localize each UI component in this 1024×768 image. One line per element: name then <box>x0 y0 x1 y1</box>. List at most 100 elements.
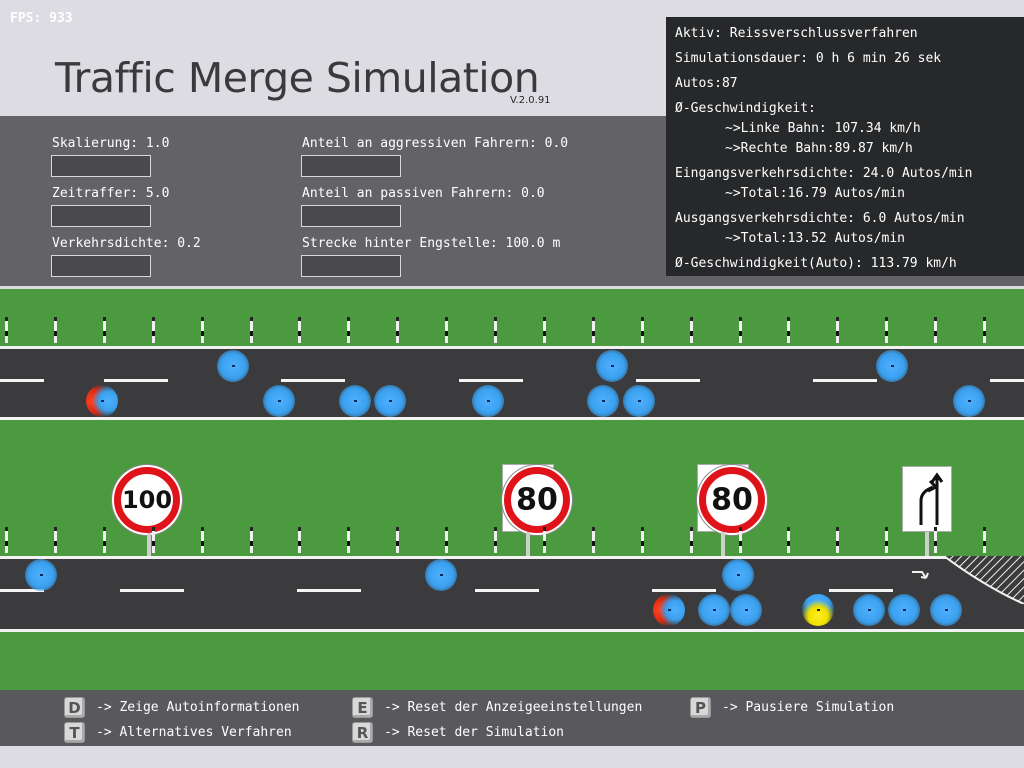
statistics-panel: Aktiv: Reissverschlussverfahren Simulati… <box>666 17 1024 276</box>
guardrail-post <box>640 317 644 343</box>
setting-passive-label: Anteil an passiven Fahrern: 0.0 <box>302 186 545 201</box>
guardrail-post <box>738 527 742 553</box>
lane-dash <box>0 379 44 382</box>
guardrail-post <box>787 317 791 343</box>
key-e-icon: E <box>352 697 373 718</box>
lane-dash <box>990 379 1024 382</box>
setting-timelapse-field[interactable] <box>51 205 151 227</box>
guardrail-post <box>494 527 497 553</box>
setting-scale-field[interactable] <box>51 155 151 177</box>
setting-distance-label: Strecke hinter Engstelle: 100.0 m <box>302 236 561 251</box>
lane-dash <box>652 589 716 592</box>
output-density-total: ~>Total:13.52 Autos/min <box>725 231 906 246</box>
setting-density-label: Verkehrsdichte: 0.2 <box>52 236 201 251</box>
setting-density-field[interactable] <box>51 255 151 277</box>
guardrail-post <box>591 527 595 553</box>
guardrail-post <box>347 527 351 553</box>
lane-dash <box>829 589 893 592</box>
guardrail-post <box>885 317 889 343</box>
lane-dash <box>104 379 168 382</box>
car <box>374 385 406 417</box>
guardrail-post <box>298 527 302 553</box>
avg-speed-header: Ø-Geschwindigkeit: <box>675 101 816 116</box>
active-mode: Aktiv: Reissverschlussverfahren <box>675 26 918 41</box>
guardrail-post <box>53 317 57 343</box>
guardrail-post <box>249 527 253 553</box>
lane-merge-arrow-icon <box>919 472 944 525</box>
keyboard-shortcuts-panel: D -> Zeige Autoinformationen T -> Altern… <box>0 690 1024 746</box>
car <box>596 350 628 382</box>
key-d-icon: D <box>64 697 85 718</box>
guardrail-post <box>102 317 106 343</box>
guardrail-post <box>738 317 742 343</box>
guardrail-post <box>200 527 204 553</box>
car <box>653 594 685 626</box>
fps-counter: FPS: 933 <box>10 11 73 26</box>
shortcut-reset-display: -> Reset der Anzeigeeinstellungen <box>384 700 643 715</box>
setting-passive-field[interactable] <box>301 205 401 227</box>
guardrail-post <box>836 317 840 343</box>
speed-limit-80-value-b: 80 <box>711 482 753 518</box>
car <box>876 350 908 382</box>
lane-merge-sign <box>902 466 952 532</box>
speed-limit-80-sign-a: 80 <box>504 467 570 533</box>
sign-pole <box>925 532 929 556</box>
page-title: Traffic Merge Simulation <box>55 54 540 102</box>
key-p-icon: P <box>690 697 711 718</box>
guardrail-post <box>5 317 8 343</box>
guardrail-post <box>689 527 693 553</box>
speed-limit-100-sign: 100 <box>114 467 180 533</box>
output-density: Ausgangsverkehrsdichte: 6.0 Autos/min <box>675 211 965 226</box>
lane-dash <box>297 589 361 592</box>
guardrail-post <box>347 317 351 343</box>
car <box>86 385 118 417</box>
car <box>425 559 457 591</box>
shortcut-alternative-mode: -> Alternatives Verfahren <box>96 725 292 740</box>
input-density-total: ~>Total:16.79 Autos/min <box>725 186 906 201</box>
car <box>930 594 962 626</box>
shortcut-show-car-info: -> Zeige Autoinformationen <box>96 700 300 715</box>
guardrail-post <box>151 527 155 553</box>
simulation-duration: Simulationsdauer: 0 h 6 min 26 sek <box>675 51 942 66</box>
key-t-icon: T <box>64 722 85 743</box>
key-r-icon: R <box>352 722 373 743</box>
car <box>853 594 885 626</box>
input-density: Eingangsverkehrsdichte: 24.0 Autos/min <box>675 166 973 181</box>
setting-aggressive-label: Anteil an aggressiven Fahrern: 0.0 <box>302 136 569 151</box>
road-top <box>0 346 1024 420</box>
guardrail-post <box>53 527 57 553</box>
guardrail-post <box>934 317 938 343</box>
car <box>339 385 371 417</box>
right-lane-speed: ~>Rechte Bahn:89.87 km/h <box>725 141 913 156</box>
lane-dash <box>813 379 877 382</box>
guardrail-post <box>445 527 449 553</box>
car <box>698 594 730 626</box>
setting-aggressive-field[interactable] <box>301 155 401 177</box>
car <box>623 385 655 417</box>
version-label: V.2.0.91 <box>510 95 551 106</box>
speed-limit-80-value-a: 80 <box>516 482 558 518</box>
car <box>263 385 295 417</box>
guardrail-post <box>836 527 840 553</box>
guardrail-post <box>591 317 595 343</box>
sign-pole <box>147 533 151 556</box>
lane-dash <box>636 379 700 382</box>
car-count: Autos:87 <box>675 76 738 91</box>
guardrail-post <box>542 527 546 553</box>
guardrail-post <box>396 527 400 553</box>
lane-dash <box>459 379 523 382</box>
guardrail-post <box>396 317 400 343</box>
merge-arrow-marking <box>912 571 929 579</box>
guardrail-post <box>445 317 449 343</box>
guardrail-post <box>689 317 693 343</box>
road-scene: 100 80 80 <box>0 289 1024 690</box>
speed-limit-80-sign-b: 80 <box>699 467 765 533</box>
left-lane-speed: ~>Linke Bahn: 107.34 km/h <box>725 121 921 136</box>
guardrail-post <box>200 317 204 343</box>
setting-distance-field[interactable] <box>301 255 401 277</box>
setting-scale-label: Skalierung: 1.0 <box>52 136 170 151</box>
guardrail-post <box>151 317 155 343</box>
shortcut-pause: -> Pausiere Simulation <box>722 700 895 715</box>
lane-dash <box>475 589 539 592</box>
car <box>472 385 504 417</box>
